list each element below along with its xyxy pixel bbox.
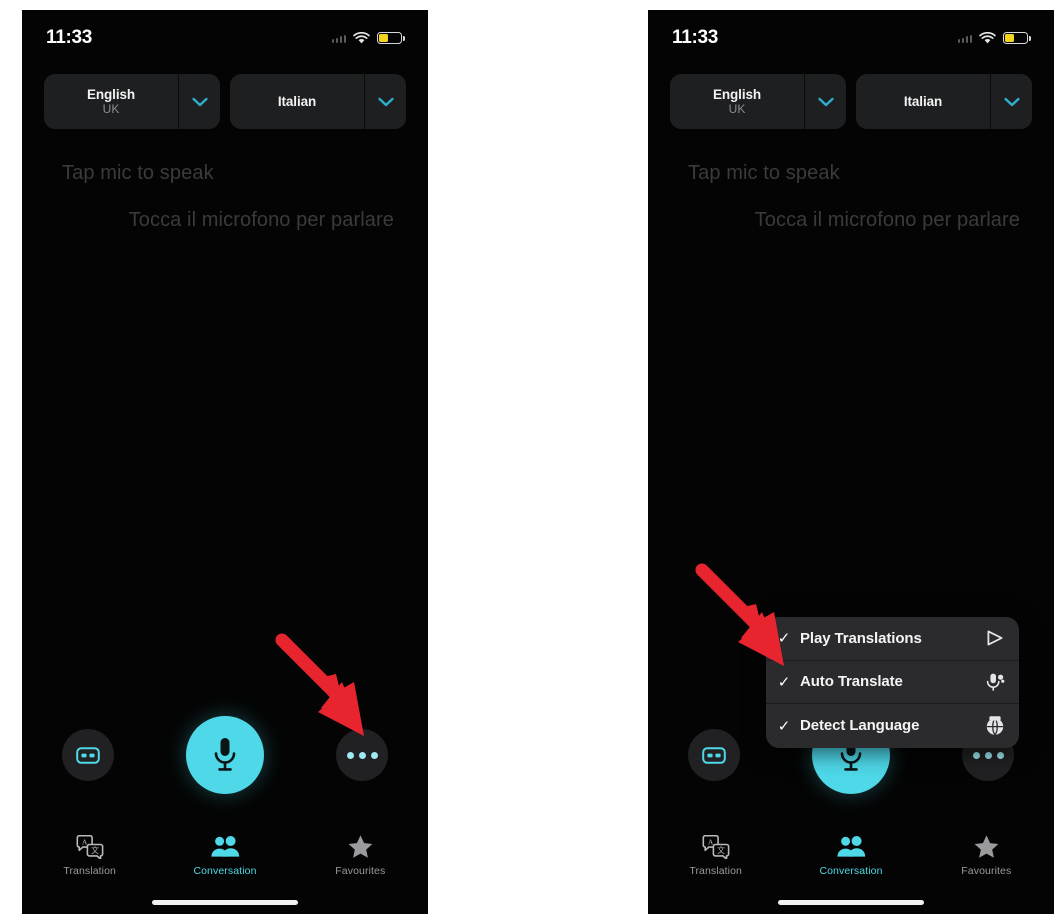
svg-text:A: A	[708, 837, 714, 846]
battery-low-power-icon	[377, 32, 406, 44]
tab-bar: A 文 Translation Conversation Favourites	[22, 822, 428, 888]
source-prompt-text: Tap mic to speak	[688, 162, 840, 184]
menu-item-label: Detect Language	[800, 717, 920, 735]
target-language-text: Italian	[856, 74, 990, 129]
tab-conversation-label: Conversation	[193, 864, 257, 877]
menu-item-label: Auto Translate	[800, 673, 903, 691]
svg-text:文: 文	[717, 845, 725, 855]
target-language-text: Italian	[230, 74, 364, 129]
star-icon	[347, 834, 374, 860]
three-dots-icon	[346, 751, 378, 759]
source-language-chevron[interactable]	[178, 74, 220, 129]
source-prompt-text: Tap mic to speak	[62, 162, 214, 184]
tab-translation-label: Translation	[63, 864, 116, 877]
menu-item-auto-translate[interactable]: ✓ Auto Translate	[766, 661, 1019, 704]
target-language-selector[interactable]: Italian	[856, 74, 1032, 129]
svg-text:文: 文	[91, 845, 99, 855]
more-options-button[interactable]	[336, 729, 388, 781]
phone-screen-right: 11:33 English UK Italian Tap mic to spea…	[648, 10, 1054, 914]
status-time: 11:33	[672, 27, 719, 48]
language-bar: English UK Italian	[648, 74, 1054, 129]
tab-bar: A 文 Translation Conversation Favourites	[648, 822, 1054, 888]
card-view-icon	[702, 746, 726, 764]
menu-item-detect-language[interactable]: ✓ Detect Language	[766, 704, 1019, 748]
auto-microphone-icon	[984, 671, 1006, 693]
signal-dots-icon	[957, 33, 972, 43]
check-icon: ✓	[777, 673, 791, 691]
phone-screen-left: 11:33 English UK Italian Tap mic to spea…	[22, 10, 428, 914]
chevron-down-icon	[191, 97, 208, 106]
source-language-selector[interactable]: English UK	[44, 74, 220, 129]
detect-language-icon	[984, 715, 1006, 737]
target-language-chevron[interactable]	[990, 74, 1032, 129]
tab-conversation[interactable]: Conversation	[805, 834, 897, 877]
translation-bubbles-icon: A 文	[702, 834, 730, 860]
status-indicators	[331, 31, 406, 45]
tab-conversation-label: Conversation	[819, 864, 883, 877]
star-icon	[973, 834, 1000, 860]
tab-favourites[interactable]: Favourites	[314, 834, 406, 877]
microphone-icon	[214, 738, 236, 771]
side-by-side-view-button[interactable]	[62, 729, 114, 781]
target-language-chevron[interactable]	[364, 74, 406, 129]
source-language-text: English UK	[670, 74, 804, 129]
svg-text:A: A	[82, 837, 88, 846]
three-dots-icon	[972, 751, 1004, 759]
screenshot-stage: 11:33 English UK Italian Tap mic to spea…	[0, 0, 1063, 924]
home-indicator	[152, 900, 298, 905]
translation-bubbles-icon: A 文	[76, 834, 104, 860]
target-language-selector[interactable]: Italian	[230, 74, 406, 129]
tab-favourites[interactable]: Favourites	[940, 834, 1032, 877]
target-prompt-text: Tocca il microfono per parlare	[128, 209, 394, 231]
wifi-icon	[979, 31, 996, 43]
tab-translation-label: Translation	[689, 864, 742, 877]
tab-translation[interactable]: A 文 Translation	[670, 834, 762, 877]
chevron-down-icon	[1003, 97, 1020, 106]
chevron-down-icon	[377, 97, 394, 106]
tab-favourites-label: Favourites	[335, 864, 386, 877]
card-view-icon	[76, 746, 100, 764]
chevron-down-icon	[817, 97, 834, 106]
source-language-name: English	[86, 86, 136, 102]
home-indicator	[778, 900, 924, 905]
control-row	[22, 716, 428, 794]
status-bar: 11:33	[22, 10, 428, 66]
source-language-region: UK	[102, 102, 120, 117]
menu-item-label: Play Translations	[800, 629, 922, 647]
target-language-name: Italian	[277, 93, 317, 109]
status-bar: 11:33	[648, 10, 1054, 66]
signal-dots-icon	[331, 33, 346, 43]
play-triangle-icon	[984, 627, 1006, 649]
check-icon: ✓	[777, 717, 791, 735]
source-language-region: UK	[728, 102, 746, 117]
source-language-selector[interactable]: English UK	[670, 74, 846, 129]
target-language-name: Italian	[903, 93, 943, 109]
check-icon: ✓	[777, 630, 791, 648]
microphone-button[interactable]	[186, 716, 264, 794]
status-indicators	[957, 31, 1032, 45]
source-language-name: English	[712, 86, 762, 102]
menu-item-play-translations[interactable]: ✓ Play Translations	[766, 617, 1019, 661]
tab-favourites-label: Favourites	[961, 864, 1012, 877]
tab-translation[interactable]: A 文 Translation	[44, 834, 136, 877]
wifi-icon	[353, 31, 370, 43]
two-people-icon	[836, 834, 866, 860]
battery-low-power-icon	[1003, 32, 1032, 44]
status-time: 11:33	[46, 27, 93, 48]
two-people-icon	[210, 834, 240, 860]
language-bar: English UK Italian	[22, 74, 428, 129]
side-by-side-view-button[interactable]	[688, 729, 740, 781]
options-menu: ✓ Play Translations ✓ Auto Translate ✓ D…	[766, 617, 1019, 748]
tab-conversation[interactable]: Conversation	[179, 834, 271, 877]
target-prompt-text: Tocca il microfono per parlare	[754, 209, 1020, 231]
source-language-text: English UK	[44, 74, 178, 129]
source-language-chevron[interactable]	[804, 74, 846, 129]
